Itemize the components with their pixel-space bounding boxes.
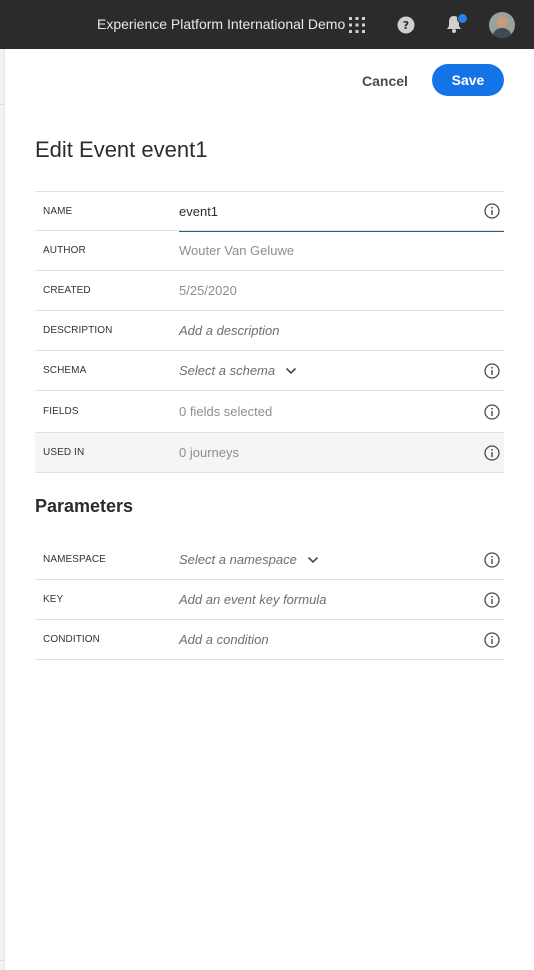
user-avatar[interactable] <box>489 12 515 38</box>
schema-label: SCHEMA <box>43 365 87 376</box>
used-in-value: 0 journeys <box>179 445 239 460</box>
info-icon[interactable] <box>484 551 500 568</box>
key-label: KEY <box>43 594 64 605</box>
parameters-form: NAMESPACE Select a namespace KEY Add an … <box>35 540 504 660</box>
condition-field[interactable]: Add a condition <box>179 632 269 647</box>
description-label: DESCRIPTION <box>43 325 113 336</box>
used-in-label: USED IN <box>43 447 85 458</box>
info-icon[interactable] <box>484 203 500 219</box>
condition-label: CONDITION <box>43 634 101 645</box>
save-button[interactable]: Save <box>432 64 504 96</box>
svg-text:?: ? <box>403 19 409 32</box>
used-in-row: USED IN 0 journeys <box>35 433 504 473</box>
condition-row: CONDITION Add a condition <box>35 620 504 660</box>
created-row: CREATED 5/25/2020 <box>35 271 504 311</box>
info-icon[interactable] <box>484 362 500 379</box>
name-label: NAME <box>43 205 73 217</box>
author-row: AUTHOR Wouter Van Geluwe <box>35 231 504 271</box>
info-icon[interactable] <box>484 631 500 648</box>
key-field[interactable]: Add an event key formula <box>179 592 326 607</box>
edit-event-panel: Cancel Save Edit Event event1 NAME AUTHO… <box>4 49 534 970</box>
name-input[interactable] <box>179 192 504 232</box>
fields-value[interactable]: 0 fields selected <box>179 404 272 419</box>
event-properties-form: NAME AUTHOR Wouter Van Geluwe CREATED 5/… <box>35 191 504 473</box>
author-value: Wouter Van Geluwe <box>179 243 295 258</box>
parameters-heading: Parameters <box>35 496 134 516</box>
description-row: DESCRIPTION Add a description <box>35 311 504 351</box>
notification-badge <box>457 13 468 24</box>
namespace-select-text: Select a namespace <box>179 552 297 567</box>
info-icon[interactable] <box>484 444 500 461</box>
namespace-row: NAMESPACE Select a namespace <box>35 540 504 580</box>
created-label: CREATED <box>43 285 91 296</box>
org-name[interactable]: Experience Platform International Demo <box>97 16 345 32</box>
info-icon[interactable] <box>484 591 500 608</box>
chevron-down-icon <box>285 367 297 375</box>
created-value: 5/25/2020 <box>179 283 237 298</box>
fields-row: FIELDS 0 fields selected <box>35 391 504 433</box>
chevron-down-icon <box>307 556 319 564</box>
cancel-button[interactable]: Cancel <box>355 67 415 95</box>
author-label: AUTHOR <box>43 245 86 256</box>
top-bar: Experience Platform International Demo ? <box>0 0 534 49</box>
info-icon[interactable] <box>484 403 500 420</box>
schema-row: SCHEMA Select a schema <box>35 351 504 391</box>
namespace-label: NAMESPACE <box>43 554 106 565</box>
schema-select[interactable]: Select a schema <box>179 363 297 378</box>
fields-label: FIELDS <box>43 406 79 417</box>
namespace-select[interactable]: Select a namespace <box>179 552 319 567</box>
schema-select-text: Select a schema <box>179 363 276 378</box>
help-icon[interactable]: ? <box>397 16 415 34</box>
apps-grid-icon[interactable] <box>348 16 366 34</box>
name-row: NAME <box>35 191 504 232</box>
key-row: KEY Add an event key formula <box>35 580 504 620</box>
page-title: Edit Event event1 <box>35 137 208 162</box>
description-field[interactable]: Add a description <box>179 323 279 338</box>
